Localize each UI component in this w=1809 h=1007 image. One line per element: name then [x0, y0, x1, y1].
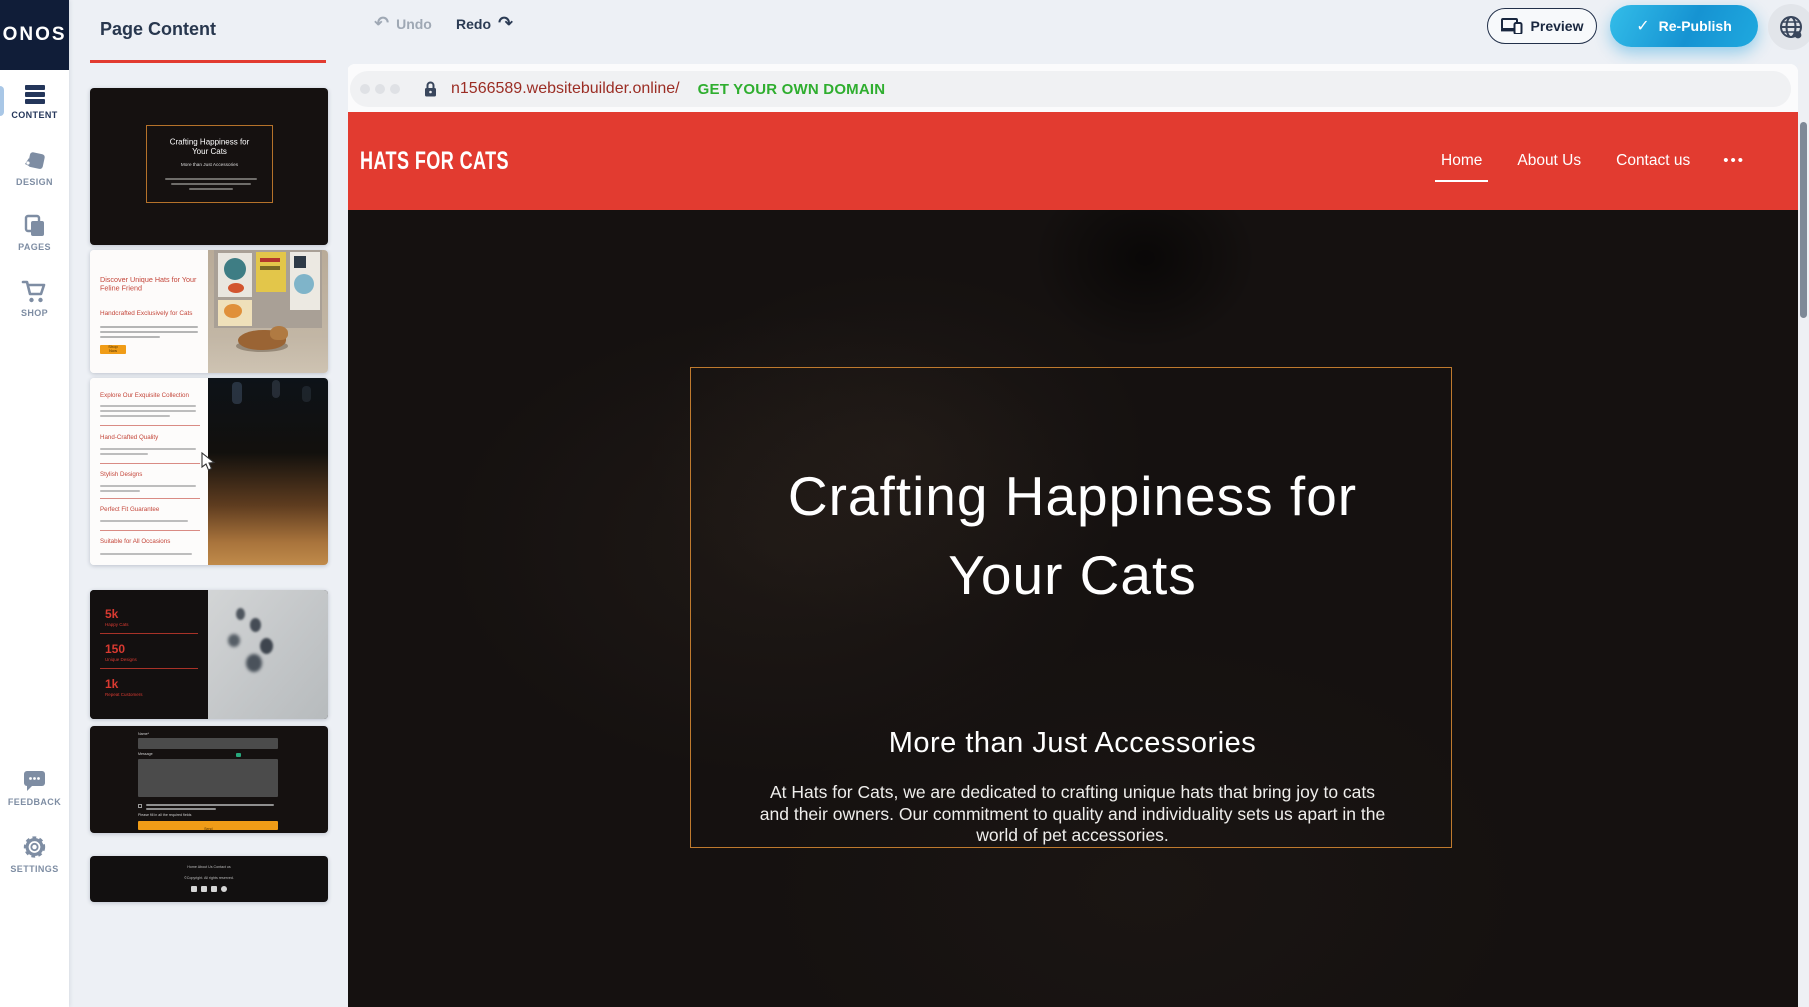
features-thumb-photo — [208, 378, 328, 565]
stat-value: 1k — [105, 677, 118, 691]
lock-icon — [423, 80, 438, 98]
panel-title: Page Content — [100, 19, 216, 40]
stat-label: Repeat Customers — [105, 692, 143, 697]
site-preview-canvas: n1566589.websitebuilder.online/ GET YOUR… — [347, 64, 1798, 1007]
stats-thumb-text-column: 5k Happy Cats 150 Unique Designs 1k Repe… — [90, 590, 208, 719]
sidebar-item-label: SETTINGS — [0, 864, 69, 874]
window-dot — [375, 84, 385, 94]
site-brand[interactable]: HATS FOR CATS — [360, 146, 509, 176]
sidebar-item-pages[interactable]: PAGES — [0, 214, 69, 252]
nav-item-home[interactable]: Home — [1439, 146, 1484, 176]
sidebar-item-shop[interactable]: SHOP — [0, 279, 69, 318]
intro-thumb-photo — [208, 250, 328, 373]
devices-icon — [1501, 18, 1523, 34]
undo-button[interactable]: ↶ Undo — [374, 16, 432, 32]
footer-thumb-links: Home About Us Contact us — [155, 865, 262, 869]
globe-icon — [1778, 14, 1804, 40]
site-nav: Home About Us Contact us ••• — [1439, 112, 1745, 210]
form-required-note: Please fill in all the required fields — [138, 813, 191, 817]
features-thumb-heading: Suitable for All Occasions — [100, 538, 212, 545]
features-thumb-heading: Hand-Crafted Quality — [100, 434, 205, 441]
form-message-label: Message — [138, 752, 153, 756]
url-bar[interactable]: n1566589.websitebuilder.online/ GET YOUR… — [350, 71, 1791, 107]
hero-paragraph[interactable]: At Hats for Cats, we are dedicated to cr… — [759, 782, 1387, 847]
intro-thumb-heading: Discover Unique Hats for Your Feline Fri… — [100, 276, 204, 293]
panel-title-underline — [90, 60, 326, 63]
features-thumb-text-column: Explore Our Exquisite Collection Hand-Cr… — [90, 378, 208, 565]
intro-thumb-text-column: Discover Unique Hats for Your Feline Fri… — [90, 250, 208, 373]
stat-label: Unique Designs — [105, 657, 137, 662]
nav-item-contact[interactable]: Contact us — [1614, 146, 1692, 176]
section-thumbnail-contact[interactable]: Name* Message Please fill in all the req… — [90, 726, 328, 833]
undo-icon: ↶ — [374, 17, 389, 31]
stats-thumb-photo — [208, 590, 328, 719]
page-content-panel: Page Content Crafting Happiness for Your… — [69, 0, 348, 1007]
form-consent-checkbox — [138, 804, 142, 808]
sidebar-item-label: FEEDBACK — [0, 797, 69, 807]
hero-section[interactable]: Crafting Happiness for Your Cats More th… — [347, 210, 1798, 1007]
window-dot — [390, 84, 400, 94]
footer-thumb-copyright: ©Copyright. All rights reserved. — [155, 876, 262, 880]
hero-heading[interactable]: Crafting Happiness for Your Cats — [347, 457, 1798, 615]
scrollbar-thumb[interactable] — [1800, 122, 1807, 318]
app-sidebar: IONOS CONTENT DESIGN PAGES SHOP — [0, 0, 69, 1007]
nav-more-icon[interactable]: ••• — [1723, 156, 1745, 166]
sidebar-item-label: DESIGN — [0, 177, 69, 187]
feedback-icon — [21, 768, 48, 793]
stat-value: 5k — [105, 607, 118, 621]
sidebar-item-label: SHOP — [0, 308, 69, 318]
redo-button[interactable]: Redo ↷ — [456, 16, 513, 32]
form-send-button: Send — [138, 821, 278, 830]
redo-icon: ↷ — [498, 17, 513, 31]
hero-thumb-heading: Crafting Happiness for Your Cats — [160, 138, 260, 157]
sidebar-item-settings[interactable]: SETTINGS — [0, 834, 69, 874]
hero-thumb-subheading: More than Just Accessories — [177, 162, 242, 167]
republish-button[interactable]: ✓ Re-Publish — [1610, 5, 1758, 47]
section-thumbnail-features[interactable]: Explore Our Exquisite Collection Hand-Cr… — [90, 378, 328, 565]
site-header[interactable]: HATS FOR CATS Home About Us Contact us •… — [347, 112, 1798, 210]
features-thumb-heading: Perfect Fit Guarantee — [100, 506, 205, 513]
sidebar-item-feedback[interactable]: FEEDBACK — [0, 768, 69, 807]
stat-label: Happy Cats — [105, 622, 129, 627]
features-thumb-heading: Explore Our Exquisite Collection — [100, 392, 205, 399]
hero-subheading[interactable]: More than Just Accessories — [347, 727, 1798, 760]
form-attachment-icon — [236, 753, 241, 757]
form-name-field — [138, 738, 278, 749]
site-url[interactable]: n1566589.websitebuilder.online/ — [451, 80, 680, 98]
hero-thumb-selection-box: Crafting Happiness for Your Cats More th… — [146, 125, 273, 203]
design-icon — [22, 149, 48, 173]
section-thumbnail-footer[interactable]: Home About Us Contact us ©Copyright. All… — [90, 856, 328, 902]
sidebar-item-content[interactable]: CONTENT — [0, 84, 69, 120]
section-thumbnail-stats[interactable]: 5k Happy Cats 150 Unique Designs 1k Repe… — [90, 590, 328, 719]
get-domain-link[interactable]: GET YOUR OWN DOMAIN — [698, 81, 886, 98]
stat-value: 150 — [105, 642, 125, 656]
footer-thumb-social-icons — [90, 886, 328, 892]
undo-label: Undo — [396, 16, 432, 32]
content-icon — [22, 84, 48, 106]
intro-thumb-subheading: Handcrafted Exclusively for Cats — [100, 310, 202, 317]
cart-icon — [21, 279, 48, 304]
gear-icon — [21, 834, 48, 860]
pages-icon — [22, 214, 48, 238]
globe-button[interactable] — [1768, 4, 1809, 50]
nav-item-about[interactable]: About Us — [1515, 146, 1583, 176]
sidebar-item-label: PAGES — [0, 242, 69, 252]
preview-label: Preview — [1531, 18, 1584, 34]
window-dot — [360, 84, 370, 94]
redo-label: Redo — [456, 16, 491, 32]
browser-chrome-bar: n1566589.websitebuilder.online/ GET YOUR… — [347, 64, 1798, 112]
section-thumbnail-hero[interactable]: Crafting Happiness for Your Cats More th… — [90, 88, 328, 245]
canvas-scrollbar — [1798, 64, 1809, 1007]
ionos-logo[interactable]: IONOS — [0, 0, 69, 70]
preview-button[interactable]: Preview — [1487, 8, 1597, 44]
republish-label: Re-Publish — [1659, 18, 1732, 34]
section-thumbnail-intro[interactable]: Discover Unique Hats for Your Feline Fri… — [90, 250, 328, 373]
intro-thumb-shop-button: Shop Now — [100, 345, 126, 354]
sidebar-item-label: CONTENT — [0, 110, 69, 120]
sidebar-item-design[interactable]: DESIGN — [0, 149, 69, 187]
form-name-label: Name* — [138, 732, 149, 736]
check-icon: ✓ — [1636, 16, 1649, 36]
features-thumb-heading: Stylish Designs — [100, 471, 205, 478]
form-message-field — [138, 759, 278, 797]
